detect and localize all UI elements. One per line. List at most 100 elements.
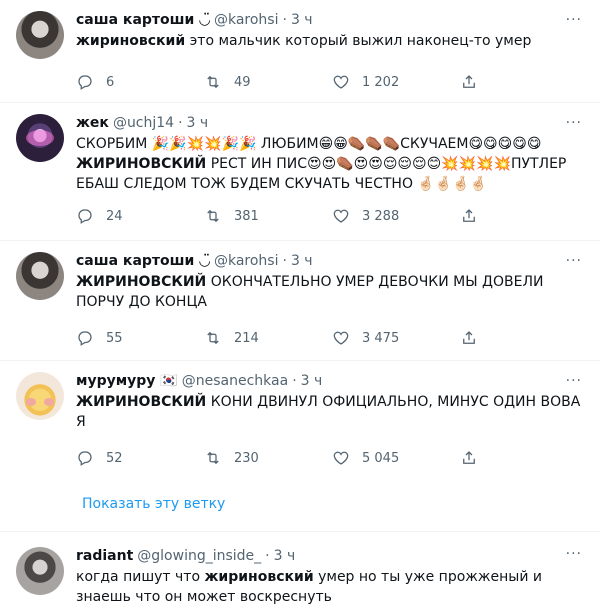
heart-icon bbox=[333, 75, 349, 89]
retweet-icon bbox=[207, 331, 219, 345]
reply-count: 52 bbox=[106, 450, 123, 466]
reply-button[interactable]: 24 bbox=[76, 207, 204, 225]
more-options-button[interactable]: ··· bbox=[566, 253, 582, 269]
share-icon bbox=[463, 451, 475, 464]
tweet[interactable]: жек @uchj14 · 3 ч СКОРБИМ 🎉🎉💥💥🎉🎉 ЛЮБИМ😁😁… bbox=[0, 103, 600, 241]
retweet-icon bbox=[207, 451, 219, 465]
highlight-keyword: ЖИРИНОВСКИЙ bbox=[76, 394, 207, 410]
tweet[interactable]: саша картоши ◡̈ @karohsi · 3 ч жириновск… bbox=[0, 0, 600, 103]
tweet-actions: 55 214 3 475 bbox=[76, 320, 584, 356]
timestamp[interactable]: 3 ч bbox=[291, 251, 313, 271]
more-options-button[interactable]: ··· bbox=[566, 546, 582, 562]
tweet-header: саша картоши ◡̈ @karohsi · 3 ч bbox=[76, 251, 584, 271]
tweet[interactable]: radiant @glowing_inside_ · 3 ч когда пиш… bbox=[0, 532, 600, 608]
share-button[interactable] bbox=[460, 207, 490, 225]
author-handle[interactable]: @glowing_inside_ bbox=[137, 546, 261, 566]
share-button[interactable] bbox=[460, 449, 490, 467]
author-name[interactable]: жек bbox=[76, 113, 109, 133]
share-button[interactable] bbox=[460, 329, 490, 347]
tweet-content: мурумуру 🇰🇷 @nesanechkaa · 3 ч ЖИРИНОВСК… bbox=[76, 371, 584, 482]
more-options-button[interactable]: ··· bbox=[566, 12, 582, 28]
timestamp[interactable]: 3 ч bbox=[274, 546, 296, 566]
retweet-icon bbox=[207, 209, 219, 223]
reply-count: 6 bbox=[106, 74, 115, 90]
timestamp[interactable]: 3 ч bbox=[187, 113, 209, 133]
reply-button[interactable]: 6 bbox=[76, 73, 204, 91]
separator-dot: · bbox=[282, 253, 287, 269]
like-count: 3 475 bbox=[362, 330, 400, 346]
share-icon bbox=[463, 75, 475, 88]
tweet-content: саша картоши ◡̈ @karohsi · 3 ч жириновск… bbox=[76, 10, 584, 102]
tweet-text-body: СКОРБИМ 🎉🎉💥💥🎉🎉 ЛЮБИМ😁😁⚰️⚰️⚰️СКУЧАЕМ😋😋😋😋😋 bbox=[76, 136, 542, 152]
more-options-button[interactable]: ··· bbox=[566, 373, 582, 389]
retweet-button[interactable]: 214 bbox=[204, 329, 332, 347]
tweet-text: ЖИРИНОВСКИЙ ОКОНЧАТЕЛЬНО УМЕР ДЕВОЧКИ МЫ… bbox=[76, 272, 584, 312]
share-icon bbox=[463, 331, 475, 344]
like-count: 1 202 bbox=[362, 74, 400, 90]
retweet-count: 214 bbox=[234, 330, 259, 346]
tweet-text-body: когда пишут что bbox=[76, 569, 205, 585]
reply-button[interactable]: 55 bbox=[76, 329, 204, 347]
separator-dot: · bbox=[178, 115, 183, 131]
reply-button[interactable]: 52 bbox=[76, 449, 204, 467]
highlight-keyword: ЖИРИНОВСКИЙ bbox=[76, 274, 207, 290]
tweet[interactable]: мурумуру 🇰🇷 @nesanechkaa · 3 ч ЖИРИНОВСК… bbox=[0, 361, 600, 482]
tweet-text: жириновский это мальчик который выжил на… bbox=[76, 31, 584, 51]
tweet-text: СКОРБИМ 🎉🎉💥💥🎉🎉 ЛЮБИМ😁😁⚰️⚰️⚰️СКУЧАЕМ😋😋😋😋😋… bbox=[76, 134, 584, 194]
like-button[interactable]: 1 202 bbox=[332, 73, 460, 91]
retweet-icon bbox=[207, 75, 219, 89]
share-button[interactable] bbox=[460, 73, 490, 91]
retweet-button[interactable]: 230 bbox=[204, 449, 332, 467]
reply-count: 55 bbox=[106, 330, 123, 346]
author-handle[interactable]: @karohsi bbox=[214, 251, 279, 271]
separator-dot: · bbox=[282, 12, 287, 28]
highlight-keyword: жириновский bbox=[76, 33, 186, 49]
reply-icon bbox=[78, 331, 92, 346]
tweet-actions: 52 230 5 045 bbox=[76, 440, 584, 476]
tweet-header: саша картоши ◡̈ @karohsi · 3 ч bbox=[76, 10, 584, 30]
retweet-button[interactable]: 381 bbox=[204, 207, 332, 225]
share-icon bbox=[463, 209, 475, 222]
tweet-feed: саша картоши ◡̈ @karohsi · 3 ч жириновск… bbox=[0, 0, 600, 608]
avatar[interactable] bbox=[16, 114, 64, 162]
like-button[interactable]: 3 475 bbox=[332, 329, 460, 347]
author-name[interactable]: мурумуру 🇰🇷 bbox=[76, 371, 178, 391]
tweet-text: когда пишут что жириновский умер но ты у… bbox=[76, 567, 584, 607]
avatar[interactable] bbox=[16, 252, 64, 300]
tweet-content: жек @uchj14 · 3 ч СКОРБИМ 🎉🎉💥💥🎉🎉 ЛЮБИМ😁😁… bbox=[76, 113, 584, 240]
tweet-text-body: это мальчик который выжил наконец-то уме… bbox=[185, 33, 532, 49]
like-button[interactable]: 5 045 bbox=[332, 449, 460, 467]
more-options-button[interactable]: ··· bbox=[566, 115, 582, 131]
tweet-header: мурумуру 🇰🇷 @nesanechkaa · 3 ч bbox=[76, 371, 584, 391]
tweet-actions: 24 381 3 288 bbox=[76, 198, 584, 234]
timestamp[interactable]: 3 ч bbox=[301, 371, 323, 391]
retweet-button[interactable]: 49 bbox=[204, 73, 332, 91]
avatar[interactable] bbox=[16, 11, 64, 59]
tweet-header: radiant @glowing_inside_ · 3 ч bbox=[76, 546, 584, 566]
heart-icon bbox=[333, 331, 349, 345]
reply-icon bbox=[78, 75, 92, 90]
author-name[interactable]: radiant bbox=[76, 546, 133, 566]
avatar[interactable] bbox=[16, 372, 64, 420]
retweet-count: 49 bbox=[234, 74, 251, 90]
retweet-count: 381 bbox=[234, 208, 259, 224]
separator-dot: · bbox=[265, 548, 270, 564]
highlight-keyword: жириновский bbox=[204, 569, 314, 585]
author-name[interactable]: саша картоши ◡̈ bbox=[76, 251, 210, 271]
show-thread-link[interactable]: Показать эту ветку bbox=[0, 482, 600, 532]
tweet-header: жек @uchj14 · 3 ч bbox=[76, 113, 584, 133]
author-handle[interactable]: @nesanechkaa bbox=[182, 371, 288, 391]
timestamp[interactable]: 3 ч bbox=[291, 10, 313, 30]
heart-icon bbox=[333, 451, 349, 465]
heart-icon bbox=[333, 209, 349, 223]
avatar[interactable] bbox=[16, 547, 64, 595]
tweet[interactable]: саша картоши ◡̈ @karohsi · 3 ч ЖИРИНОВСК… bbox=[0, 241, 600, 361]
like-button[interactable]: 3 288 bbox=[332, 207, 460, 225]
tweet-actions: 6 49 1 202 bbox=[76, 64, 584, 100]
author-handle[interactable]: @uchj14 bbox=[113, 113, 174, 133]
tweet-content: саша картоши ◡̈ @karohsi · 3 ч ЖИРИНОВСК… bbox=[76, 251, 584, 360]
retweet-count: 230 bbox=[234, 450, 259, 466]
author-handle[interactable]: @karohsi bbox=[214, 10, 279, 30]
reply-icon bbox=[78, 209, 92, 224]
author-name[interactable]: саша картоши ◡̈ bbox=[76, 10, 210, 30]
